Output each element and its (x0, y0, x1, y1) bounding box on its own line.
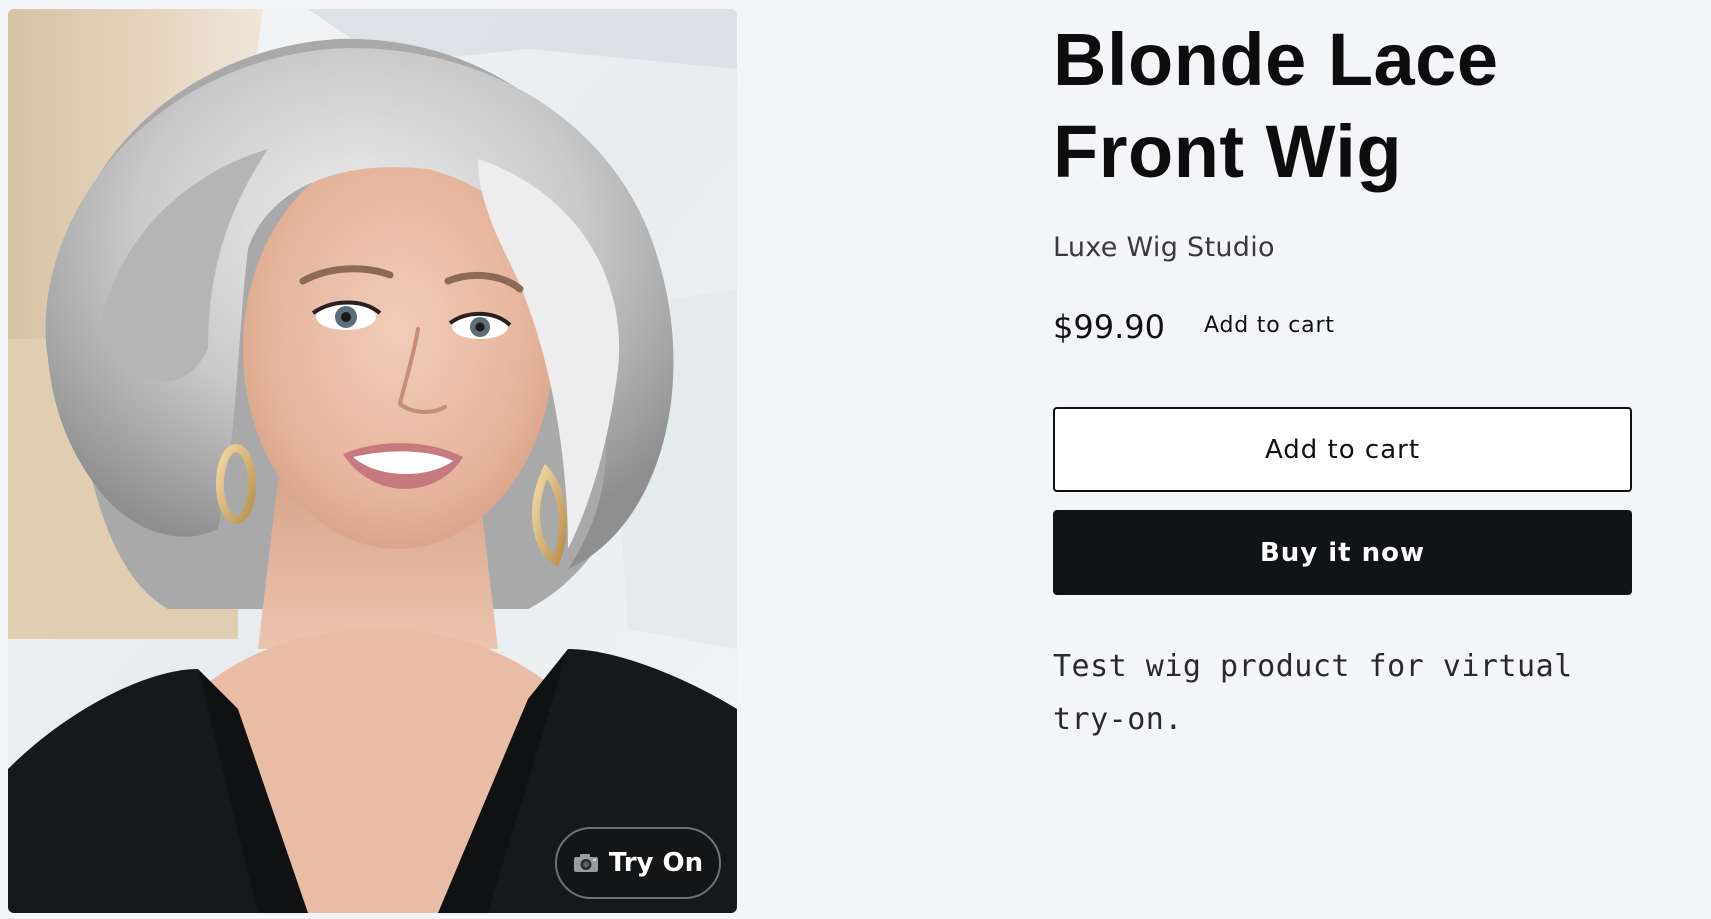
try-on-button[interactable]: Try On (555, 827, 721, 899)
camera-icon (573, 854, 598, 872)
buy-now-button[interactable]: Buy it now (1053, 510, 1632, 595)
price-add-to-cart-link[interactable]: Add to cart (1204, 313, 1335, 338)
product-vendor: Luxe Wig Studio (1053, 232, 1275, 263)
product-description: Test wig product for virtual try-on. (1053, 649, 1573, 737)
add-to-cart-button[interactable]: Add to cart (1053, 407, 1632, 492)
product-photo (8, 9, 737, 913)
product-media: Try On (8, 9, 737, 913)
product-title: Blonde Lace Front Wig (1053, 18, 1499, 193)
product-price: $99.90 (1053, 308, 1165, 346)
buy-now-label: Buy it now (1259, 537, 1426, 568)
try-on-label: Try On (608, 848, 704, 878)
add-to-cart-label: Add to cart (1264, 434, 1421, 465)
